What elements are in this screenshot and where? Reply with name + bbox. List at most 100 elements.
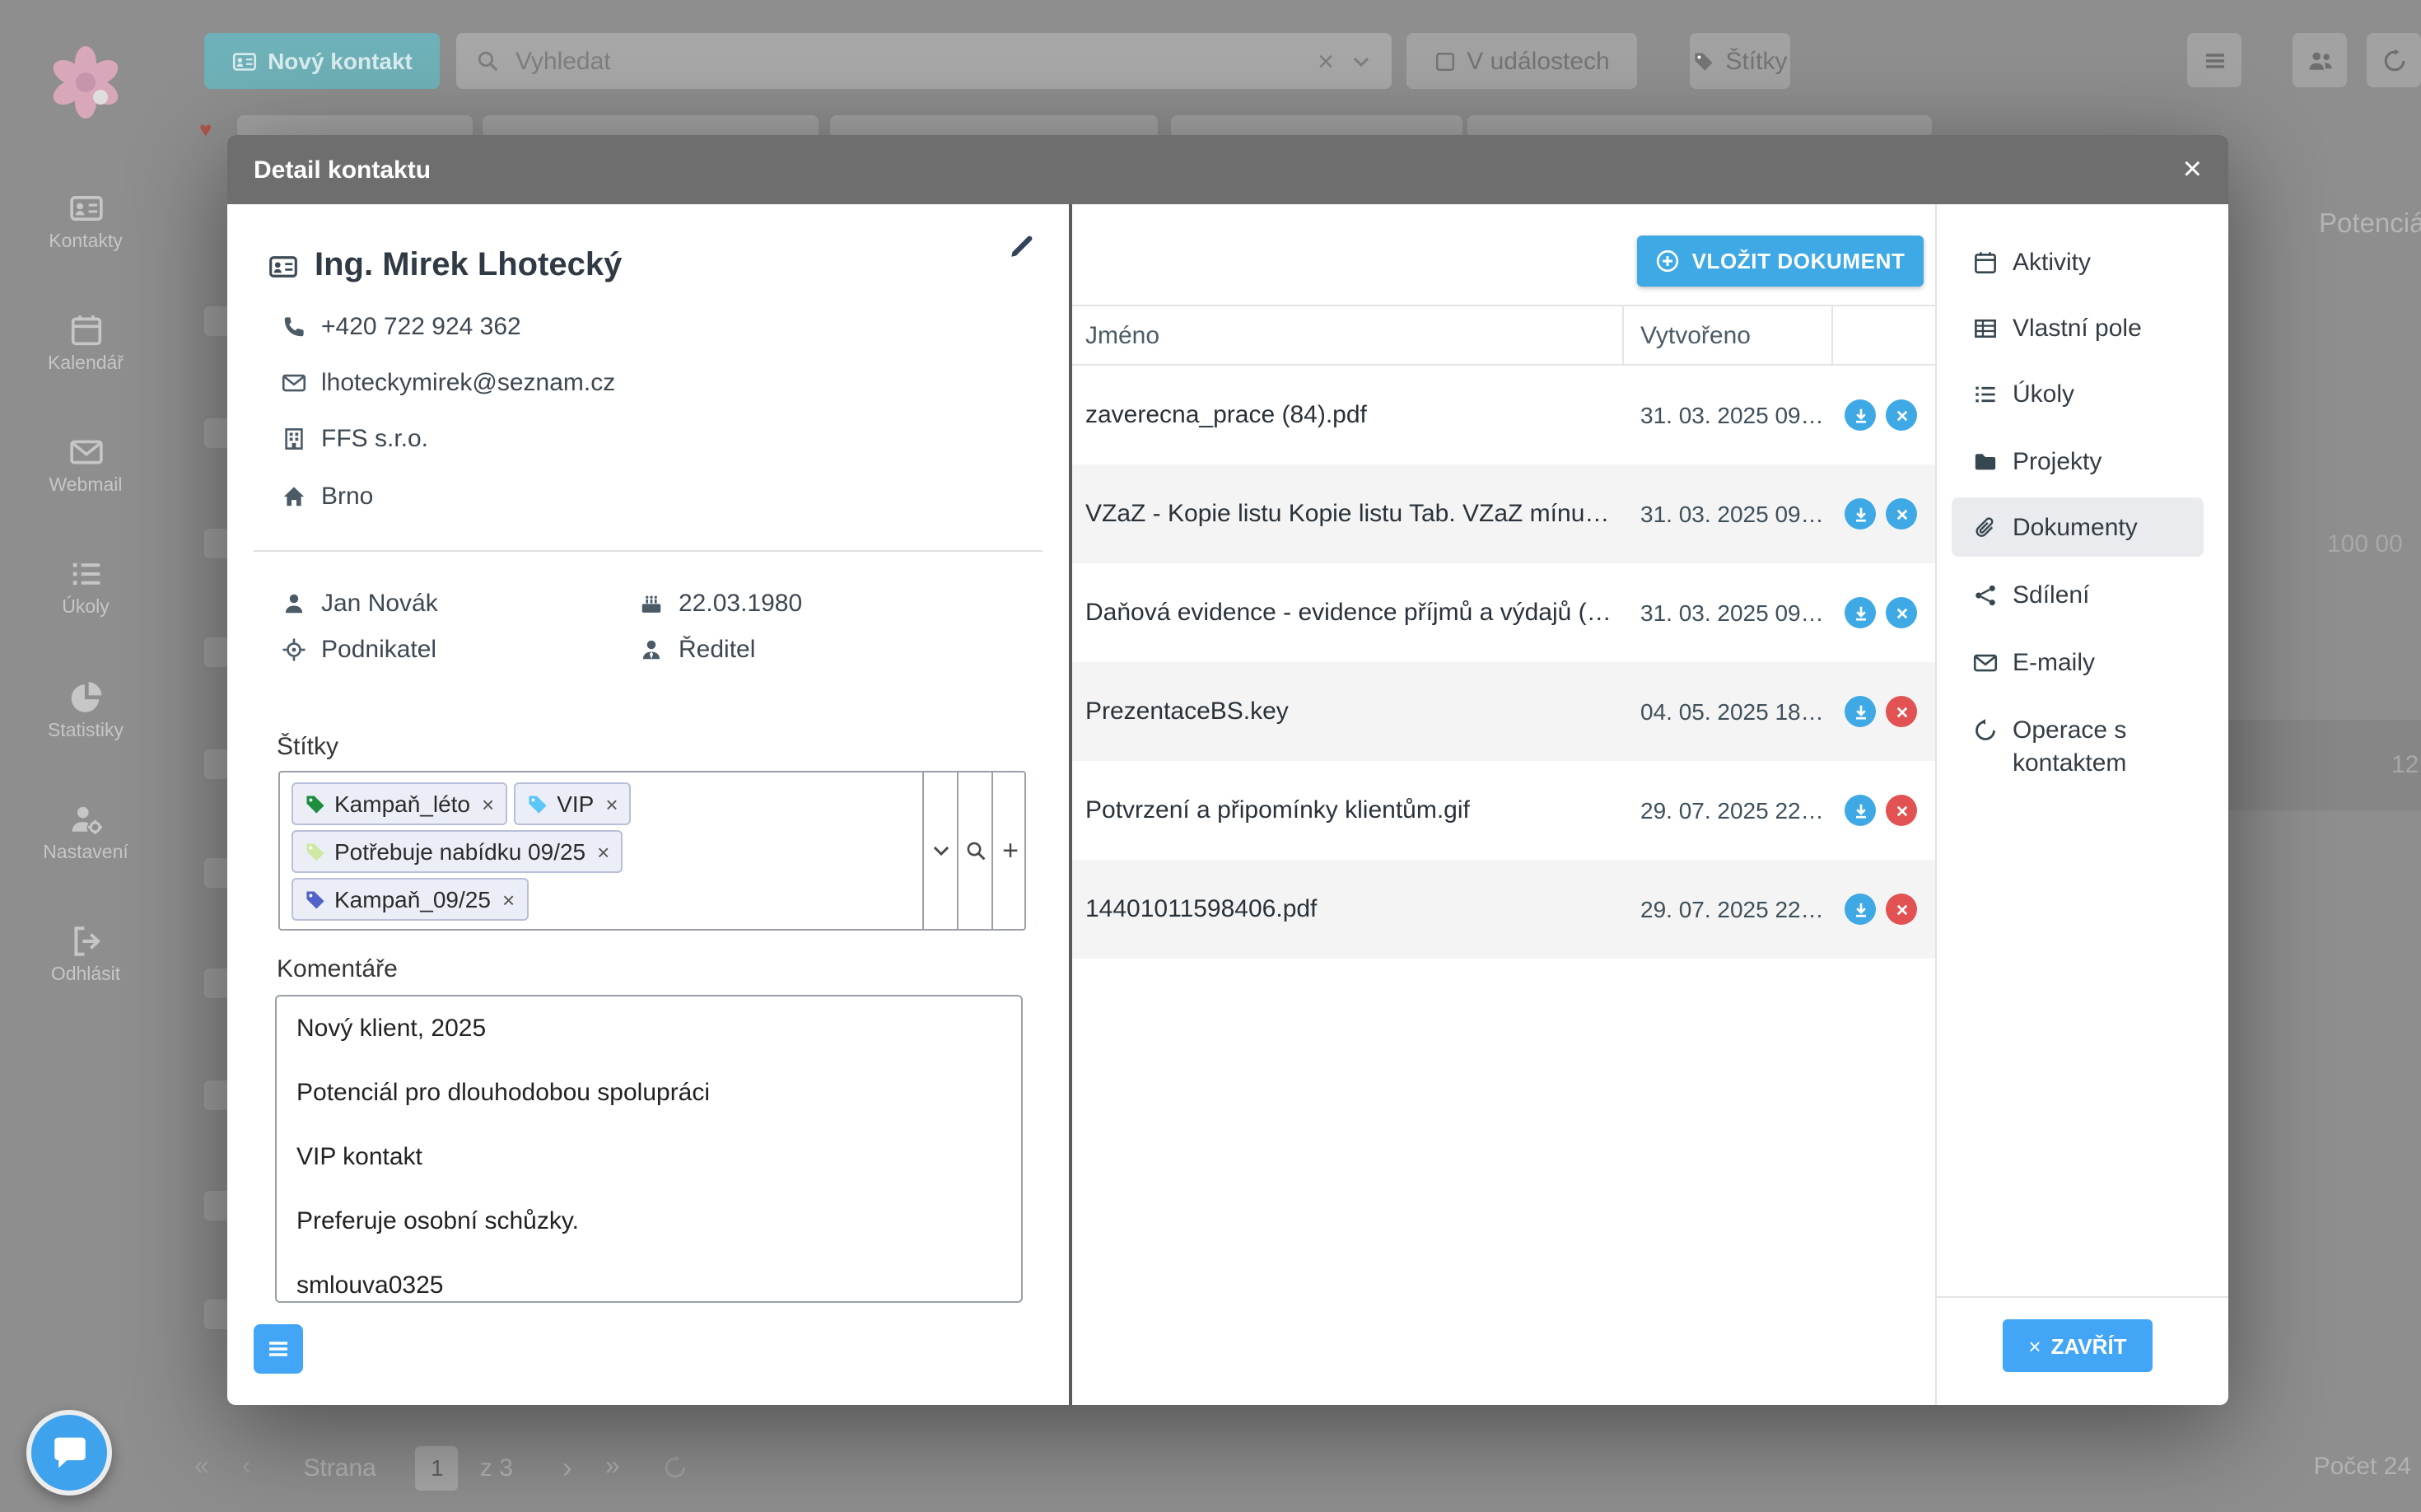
contact-email-row: lhoteckymirek@seznam.cz <box>282 366 615 399</box>
column-divider <box>1622 305 1624 366</box>
search-icon <box>964 840 986 861</box>
panel-menu-button[interactable] <box>254 1324 303 1374</box>
tag-chip[interactable]: Potřebuje nabídku 09/25 × <box>292 830 623 873</box>
tag-chip[interactable]: Kampaň_léto × <box>292 782 507 825</box>
tab-sdileni[interactable]: Sdílení <box>1973 580 2220 613</box>
sidebar-item-nastaveni[interactable]: Nastavení <box>0 802 171 863</box>
contacts-group-button[interactable] <box>2293 33 2347 87</box>
download-document-button[interactable] <box>1845 597 1876 628</box>
document-row[interactable]: Potvrzení a připomínky klientům.gif 29. … <box>1072 761 1935 860</box>
search-placeholder: Vyhledat <box>515 47 1301 75</box>
tags-select[interactable]: Kampaň_léto × VIP × <box>278 771 1026 931</box>
calendar-icon <box>68 313 103 348</box>
contact-phone[interactable]: +420 722 924 362 <box>321 312 521 340</box>
tags-search-button[interactable] <box>957 772 991 929</box>
contact-email[interactable]: lhoteckymirek@seznam.cz <box>321 368 615 396</box>
prev-page-icon[interactable]: ‹ <box>242 1453 251 1482</box>
sidebar-item-kalendar[interactable]: Kalendář <box>0 313 171 374</box>
last-page-icon[interactable]: » <box>605 1453 620 1482</box>
document-row[interactable]: zaverecna_prace (84).pdf 31. 03. 2025 09… <box>1072 366 1935 464</box>
sidebar-item-label: Úkoly <box>0 598 171 618</box>
comment-line: Potenciál pro dlouhodobou spolupráci <box>296 1061 1001 1125</box>
app-logo[interactable] <box>46 43 125 122</box>
download-document-button[interactable] <box>1845 498 1876 530</box>
add-tag-button[interactable]: + <box>991 772 1028 929</box>
document-row[interactable]: PrezentaceBS.key 04. 05. 2025 18:... <box>1072 662 1935 761</box>
close-button-label: ZAVŘÍT <box>2051 1333 2127 1358</box>
sidebar-item-webmail[interactable]: Webmail <box>0 435 171 496</box>
tags-dropdown-button[interactable] <box>922 772 957 929</box>
tab-operace-s-kontaktem[interactable]: Operace s kontaktem <box>1973 715 2220 781</box>
comment-line: smlouva0325 <box>296 1253 1001 1303</box>
tag-icon <box>305 793 326 814</box>
comments-section-label: Komentáře <box>277 955 398 983</box>
tab-ukoly[interactable]: Úkoly <box>1973 379 2220 412</box>
download-icon <box>1850 899 1870 919</box>
company-icon <box>282 426 306 450</box>
column-header-name[interactable]: Jméno <box>1085 321 1159 349</box>
new-contact-button[interactable]: Nový kontakt <box>204 33 440 89</box>
chevron-down-icon[interactable] <box>1350 50 1372 72</box>
tab-aktivity[interactable]: Aktivity <box>1973 247 2220 280</box>
download-document-button[interactable] <box>1845 399 1876 431</box>
comments-textarea[interactable]: Nový klient, 2025 Potenciál pro dlouhodo… <box>275 995 1023 1303</box>
remove-icon <box>1892 702 1911 721</box>
comment-line: VIP kontakt <box>296 1125 1001 1189</box>
refresh-button[interactable] <box>2367 33 2421 87</box>
delete-document-button[interactable] <box>1886 795 1917 826</box>
in-events-toggle[interactable]: V událostech <box>1406 33 1637 89</box>
download-icon <box>1850 800 1870 820</box>
tag-chip[interactable]: Kampaň_09/25 × <box>292 878 528 921</box>
sidebar-item-label: Kalendář <box>0 354 171 374</box>
user-icon <box>282 590 306 615</box>
first-page-icon[interactable]: « <box>194 1453 209 1482</box>
tags-chip-area: Kampaň_léto × VIP × <box>280 772 922 929</box>
close-icon[interactable]: × <box>2183 153 2202 186</box>
list-view-button[interactable] <box>2187 33 2241 87</box>
tab-projekty[interactable]: Projekty <box>1973 446 2220 479</box>
delete-document-button[interactable] <box>1886 498 1917 530</box>
edit-contact-icon[interactable] <box>1008 232 1036 260</box>
tags-filter-button[interactable]: Štítky <box>1690 33 1790 89</box>
chat-icon <box>49 1432 90 1473</box>
delete-document-button[interactable] <box>1886 399 1917 431</box>
delete-document-button[interactable] <box>1886 894 1917 925</box>
tags-section-label: Štítky <box>277 733 338 761</box>
close-modal-button[interactable]: × ZAVŘÍT <box>2003 1319 2153 1372</box>
delete-document-button[interactable] <box>1886 696 1917 727</box>
column-header-potencial: Potenciá <box>2319 209 2421 240</box>
phone-icon <box>282 314 306 338</box>
column-header-created[interactable]: Vytvořeno <box>1640 321 1751 349</box>
download-document-button[interactable] <box>1845 696 1876 727</box>
checkbox-icon <box>1434 50 1455 72</box>
document-row[interactable]: VZaZ - Kopie listu Kopie listu Tab. VZaZ… <box>1072 464 1935 563</box>
chat-bubble-button[interactable] <box>26 1410 112 1496</box>
search-input[interactable]: Vyhledat × <box>456 33 1392 89</box>
insert-document-button[interactable]: VLOŽIT DOKUMENT <box>1637 236 1924 287</box>
tab-vlastni-pole[interactable]: Vlastní pole <box>1973 313 2220 346</box>
sidebar-item-statistiky[interactable]: Statistiky <box>0 680 171 741</box>
tag-chip[interactable]: VIP × <box>514 782 631 825</box>
download-document-button[interactable] <box>1845 894 1876 925</box>
remove-tag-icon[interactable]: × <box>605 791 618 816</box>
delete-document-button[interactable] <box>1886 597 1917 628</box>
page-input[interactable]: 1 <box>416 1445 459 1490</box>
remove-tag-icon[interactable]: × <box>482 791 494 816</box>
document-row[interactable]: Daňová evidence - evidence příjmů a výda… <box>1072 563 1935 662</box>
sidebar-item-odhlasit[interactable]: Odhlásit <box>0 924 171 985</box>
download-document-button[interactable] <box>1845 795 1876 826</box>
clear-search-icon[interactable]: × <box>1318 47 1334 75</box>
contact-city-row: Brno <box>282 479 373 512</box>
reload-list-icon[interactable] <box>663 1454 689 1481</box>
document-row[interactable]: 14401011598406.pdf 29. 07. 2025 22:... <box>1072 860 1935 959</box>
sidebar-item-ukoly[interactable]: Úkoly <box>0 557 171 618</box>
contacts-icon <box>68 191 103 226</box>
next-page-icon[interactable]: › <box>562 1450 572 1485</box>
sidebar-item-kontakty[interactable]: Kontakty <box>0 191 171 252</box>
tab-emaily[interactable]: E-maily <box>1973 647 2220 680</box>
hamburger-icon <box>265 1336 292 1362</box>
remove-tag-icon[interactable]: × <box>597 839 609 864</box>
remove-tag-icon[interactable]: × <box>502 887 515 912</box>
tab-dokumenty[interactable]: Dokumenty <box>1973 512 2220 545</box>
flower-logo-icon <box>46 43 125 122</box>
